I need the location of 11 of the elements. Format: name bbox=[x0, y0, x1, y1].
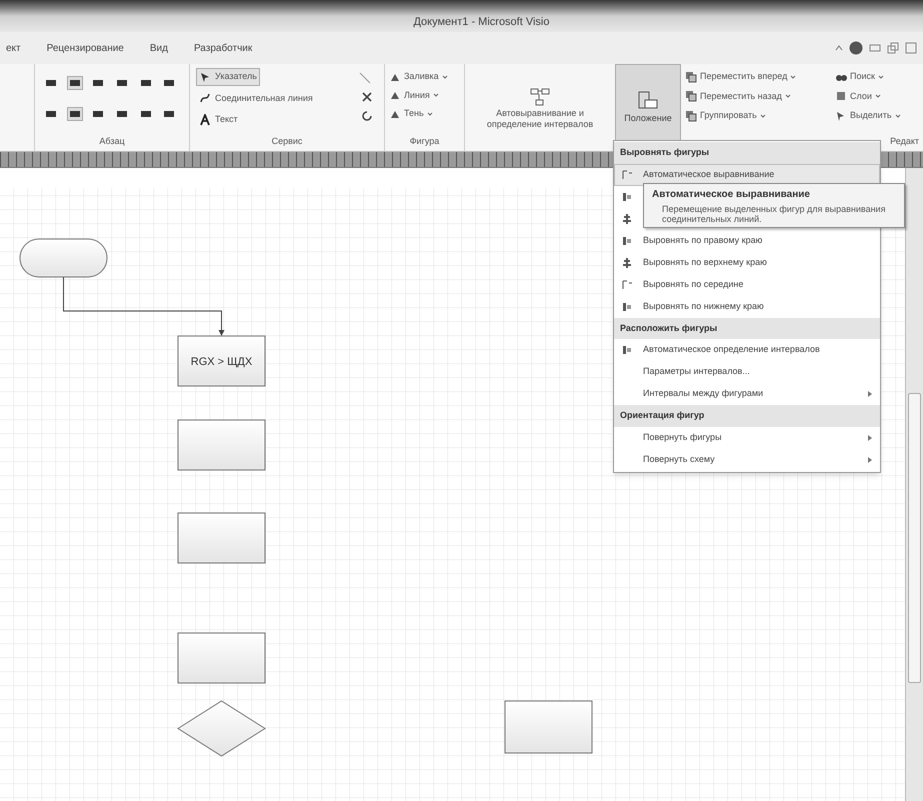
tooltip-title: Автоматическое выравнивание bbox=[652, 188, 811, 202]
menu-section-header: Расположить фигуры bbox=[614, 318, 880, 339]
menu-section-header: Выровнять фигуры bbox=[614, 142, 880, 164]
window-title: Документ1 - Microsoft Visio bbox=[413, 14, 550, 30]
shape-label: RGX > ЩДХ bbox=[190, 356, 252, 368]
group-label: Абзац bbox=[98, 134, 126, 148]
group-label: Сервис bbox=[270, 134, 304, 148]
group-label: Редакт bbox=[889, 134, 920, 148]
group-label: Фигура bbox=[408, 134, 440, 148]
menu-section-header: Ориентация фигур bbox=[614, 405, 880, 426]
tooltip-text: Перемещение выделенных фигур для выравнивания соединительных линий. bbox=[661, 204, 886, 224]
